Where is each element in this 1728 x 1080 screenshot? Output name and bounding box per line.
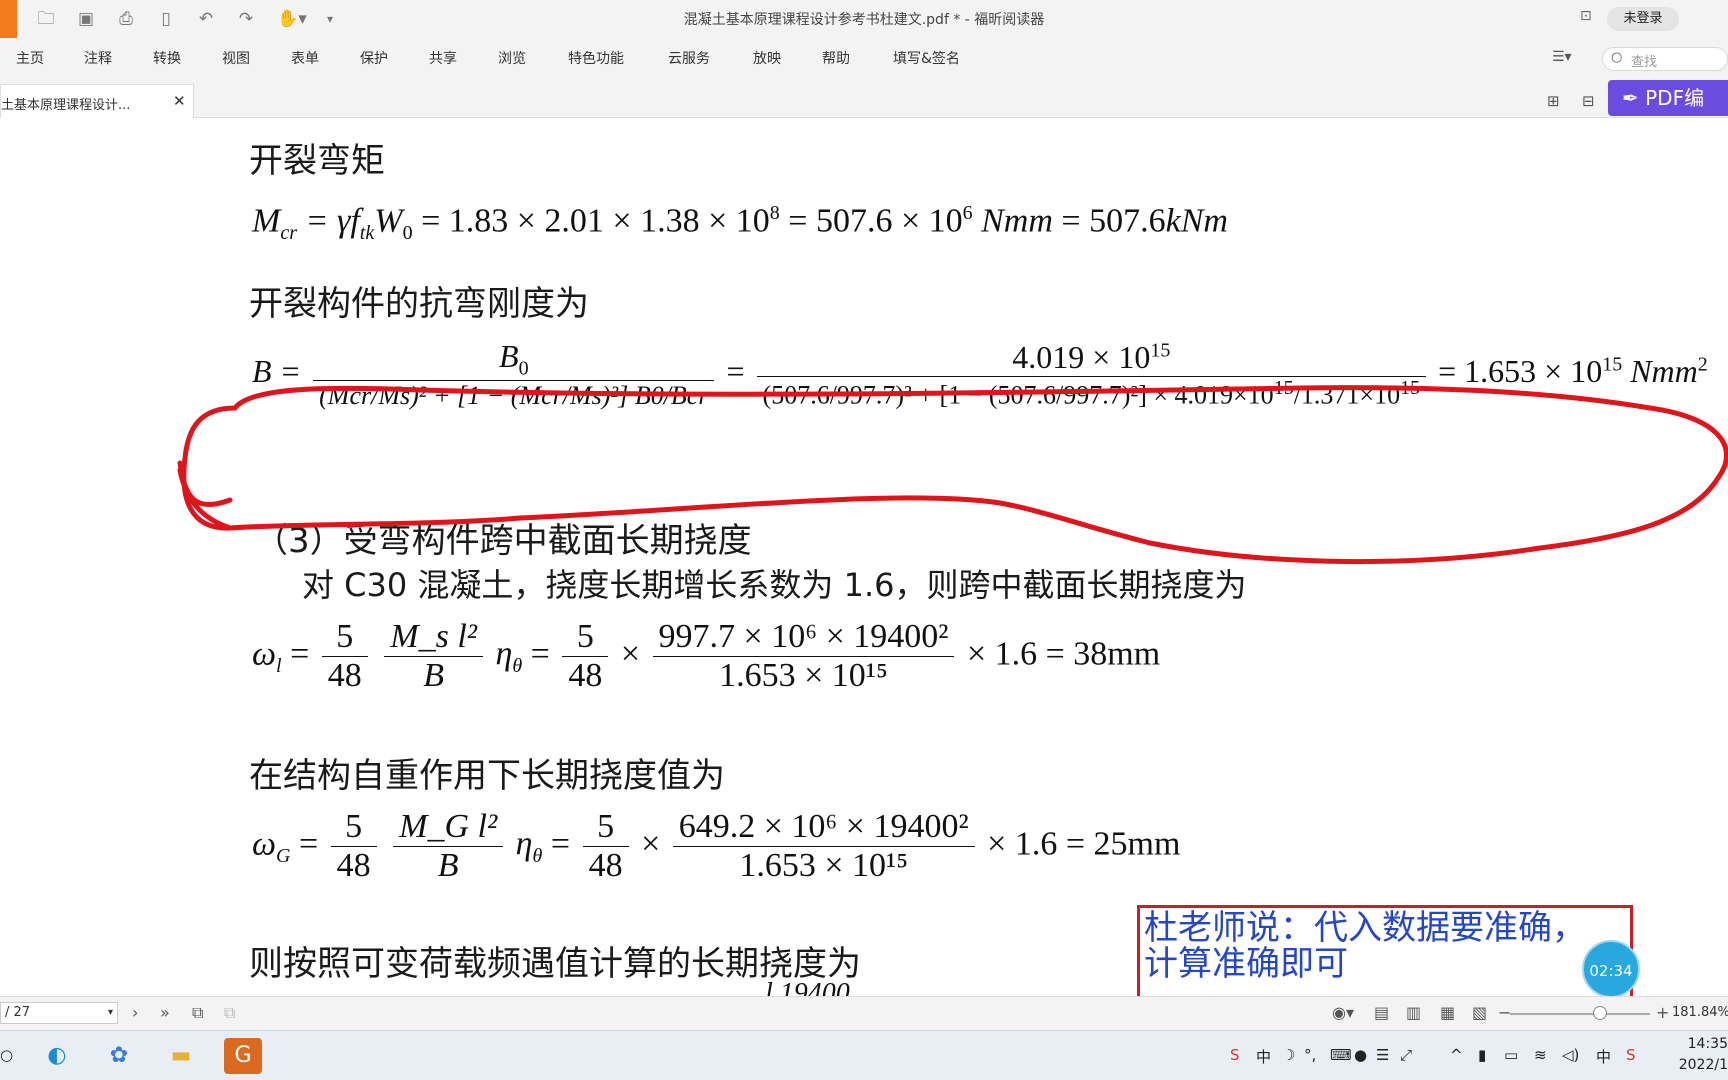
page-label: / 27: [5, 1005, 31, 1020]
teacher-note-text: 杜老师说：代入数据要准确， 计算准确即可: [1144, 910, 1586, 982]
document-tab-bar: 土基本原理课程设计... ✕: [0, 78, 1728, 118]
menu-bar: 主页 注释 转换 视图 表单 保护 共享 浏览 特色功能 云服务 放映 帮助 填…: [0, 38, 1728, 78]
window-title: 混凝土基本原理课程设计参考书杜建文.pdf * - 福昕阅读器: [683, 12, 1045, 28]
recording-timer[interactable]: 02:34: [1582, 940, 1640, 998]
zoom-value[interactable]: 181.84%: [1672, 1005, 1728, 1020]
insert-page-icon: ⧉: [224, 1003, 236, 1022]
grid-view-icon[interactable]: ⊞: [1547, 92, 1560, 110]
menu-protect[interactable]: 保护: [360, 48, 388, 68]
keyboard-icon[interactable]: ⌨: [1330, 1046, 1352, 1064]
edge-icon[interactable]: ◐: [38, 1038, 76, 1074]
language-indicator[interactable]: 中: [1596, 1046, 1611, 1067]
menu-slideshow[interactable]: 放映: [753, 48, 781, 68]
moon-icon[interactable]: ☽: [1282, 1046, 1295, 1064]
ime-mode[interactable]: 中: [1256, 1046, 1271, 1067]
pdf-edit-button[interactable]: ✒ PDF编: [1608, 80, 1728, 116]
note-line-1: 杜老师说：代入数据要准确，: [1144, 908, 1586, 948]
sogou-tray-icon[interactable]: S: [1626, 1046, 1636, 1064]
foxit-reader-icon[interactable]: G: [224, 1038, 262, 1074]
zoom-slider[interactable]: [1510, 1013, 1650, 1015]
search-icon: ○: [1611, 50, 1623, 65]
system-clock[interactable]: 14:35 2022/1: [1678, 1034, 1728, 1076]
single-page-icon[interactable]: ▤: [1374, 1003, 1389, 1022]
punctuation-icon[interactable]: °,: [1304, 1046, 1316, 1064]
pdf-edit-label: PDF编: [1645, 86, 1705, 110]
facing-page-icon[interactable]: ▦: [1440, 1003, 1455, 1022]
zoom-slider-thumb[interactable]: [1593, 1006, 1607, 1020]
menu-home[interactable]: 主页: [16, 48, 44, 68]
next-page-icon[interactable]: ›: [132, 1003, 138, 1022]
menu-comment[interactable]: 注释: [84, 48, 112, 68]
menu-convert[interactable]: 转换: [153, 48, 181, 68]
ink-annotation: [177, 385, 1728, 565]
menu-form[interactable]: 表单: [291, 48, 319, 68]
continuous-facing-icon[interactable]: ▧: [1472, 1003, 1487, 1022]
ink-stroke: [177, 385, 1728, 565]
title-bar: 🗀 ▣ ⎙ ▯ ↶ ↷ ✋▾ ▾ 混凝土基本原理课程设计参考书杜建文.pdf *…: [0, 0, 1728, 38]
document-page: 开裂弯矩 Mcr = γftkW0 = 1.83 × 2.01 × 1.38 ×…: [0, 118, 1728, 996]
menu-view[interactable]: 视图: [222, 48, 250, 68]
status-bar: / 27 ▾ › » ⧉ ⧉ ◉▾ ▤ ▥ ▦ ▧ − + 181.84%: [0, 996, 1728, 1030]
bag-icon[interactable]: ⊡: [1580, 8, 1592, 24]
wifi-icon[interactable]: ≋: [1534, 1046, 1547, 1064]
zoom-in-icon[interactable]: +: [1656, 1003, 1669, 1022]
menu-share[interactable]: 共享: [429, 48, 457, 68]
menu-icon[interactable]: ☰: [1376, 1046, 1389, 1064]
chevron-up-icon[interactable]: ^: [1450, 1046, 1463, 1064]
user-icon[interactable]: ●: [1354, 1046, 1367, 1064]
windows-taskbar: ○ ◐ ✿ ▬ G S 中 ☽ °, ⌨ ● ☰ ⤢ ^ ▮ ▭ ≋ ◁) 中 …: [0, 1030, 1728, 1080]
document-tab[interactable]: 土基本原理课程设计... ✕: [0, 84, 194, 118]
reading-mode-icon[interactable]: ☰▾: [1552, 49, 1572, 65]
search-icon[interactable]: ○: [0, 1046, 13, 1064]
note-line-2: 计算准确即可: [1144, 944, 1348, 984]
sogou-ime-icon[interactable]: S: [1230, 1046, 1240, 1064]
volume-icon[interactable]: ◁): [1562, 1046, 1579, 1064]
layout-icon[interactable]: ⊟: [1582, 92, 1595, 110]
battery-icon[interactable]: ▭: [1504, 1046, 1518, 1064]
teacher-note: 杜老师说：代入数据要准确， 计算准确即可: [1137, 905, 1633, 996]
microphone-icon[interactable]: ▮: [1478, 1046, 1486, 1064]
last-page-icon[interactable]: »: [160, 1003, 170, 1022]
menu-help[interactable]: 帮助: [822, 48, 850, 68]
chevron-down-icon[interactable]: ▾: [108, 1003, 113, 1023]
foxit-reader-window: 🗀 ▣ ⎙ ▯ ↶ ↷ ✋▾ ▾ 混凝土基本原理课程设计参考书杜建文.pdf *…: [0, 0, 1728, 1080]
close-icon[interactable]: ✕: [173, 92, 186, 110]
continuous-page-icon[interactable]: ▥: [1406, 1003, 1421, 1022]
menu-fill-sign[interactable]: 填写&签名: [893, 48, 960, 68]
page-number-input[interactable]: / 27 ▾: [0, 1002, 118, 1024]
extract-page-icon[interactable]: ⧉: [192, 1003, 203, 1023]
menu-browse[interactable]: 浏览: [498, 48, 526, 68]
eye-icon[interactable]: ◉▾: [1332, 1003, 1354, 1022]
clock-date: 2022/1: [1678, 1057, 1728, 1073]
menu-features[interactable]: 特色功能: [568, 48, 624, 68]
document-tab-label: 土基本原理课程设计...: [1, 98, 131, 113]
search-placeholder: 查找: [1631, 55, 1658, 70]
expand-icon[interactable]: ⤢: [1400, 1046, 1412, 1064]
file-explorer-icon[interactable]: ▬: [162, 1038, 200, 1074]
photos-icon[interactable]: ✿: [100, 1038, 138, 1074]
clock-time: 14:35: [1687, 1036, 1728, 1052]
menu-cloud[interactable]: 云服务: [668, 48, 710, 68]
login-button[interactable]: 未登录: [1607, 7, 1679, 31]
search-input[interactable]: ○ 查找: [1602, 47, 1728, 71]
